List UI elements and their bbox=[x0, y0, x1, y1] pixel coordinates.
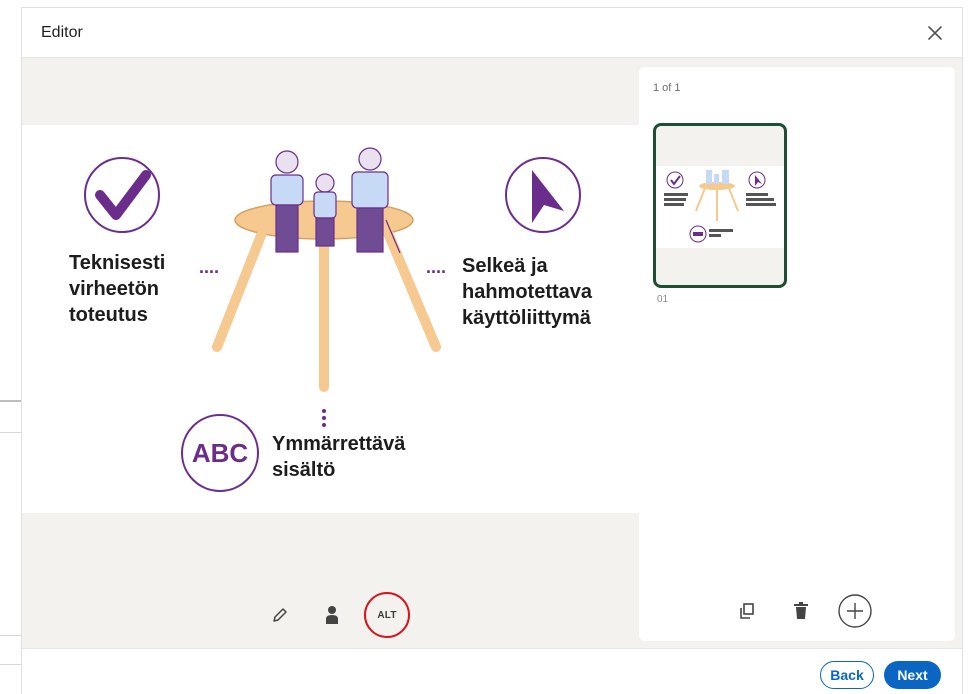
image-tools: ALT bbox=[260, 592, 410, 638]
person-icon bbox=[326, 606, 338, 624]
left-caption-line-2: virheetön bbox=[69, 278, 159, 300]
dots-right: .... bbox=[426, 257, 446, 277]
editor-body: .... .... Teknisesti virheetön toteutus … bbox=[22, 58, 962, 648]
pencil-icon bbox=[273, 608, 287, 622]
thumbnail-image bbox=[656, 166, 784, 248]
right-caption-line-3: käyttöliittymä bbox=[462, 307, 592, 329]
tag-people-button[interactable] bbox=[312, 595, 352, 635]
slide-thumbnail[interactable] bbox=[653, 123, 787, 288]
highlight-circle bbox=[364, 592, 410, 638]
background-page-left bbox=[0, 0, 22, 694]
bottom-caption-line-1: Ymmärrettävä bbox=[272, 433, 406, 455]
back-button[interactable]: Back bbox=[820, 661, 874, 689]
next-button[interactable]: Next bbox=[884, 661, 941, 689]
image-preview: .... .... Teknisesti virheetön toteutus … bbox=[22, 125, 639, 513]
accessibility-illustration: .... .... Teknisesti virheetön toteutus … bbox=[69, 147, 593, 492]
slide-actions bbox=[727, 591, 889, 631]
slides-panel: 1 of 1 01 bbox=[639, 67, 955, 641]
background-page-right bbox=[962, 0, 971, 694]
trash-icon bbox=[794, 602, 808, 619]
background-divider bbox=[0, 432, 22, 433]
background-divider bbox=[0, 664, 22, 665]
thumbnail-number: 01 bbox=[657, 294, 669, 305]
duplicate-icon bbox=[740, 603, 754, 619]
left-caption-line-1: Teknisesti bbox=[69, 252, 165, 274]
add-slide-button[interactable] bbox=[835, 591, 875, 631]
plus-circle-icon bbox=[838, 594, 872, 628]
dialog-footer: Back Next bbox=[22, 648, 962, 694]
background-divider bbox=[0, 400, 22, 402]
left-caption-line-3: toteutus bbox=[69, 304, 148, 326]
dialog-header: Editor bbox=[22, 8, 962, 58]
delete-button[interactable] bbox=[781, 591, 821, 631]
slide-count: 1 of 1 bbox=[653, 82, 681, 94]
right-caption-line-2: hahmotettava bbox=[462, 281, 593, 303]
dialog-title: Editor bbox=[41, 24, 83, 41]
edit-button[interactable] bbox=[260, 595, 300, 635]
duplicate-button[interactable] bbox=[727, 591, 767, 631]
image-canvas: .... .... Teknisesti virheetön toteutus … bbox=[22, 58, 639, 648]
close-button[interactable] bbox=[924, 22, 946, 44]
right-caption-line-1: Selkeä ja bbox=[462, 255, 549, 277]
background-divider bbox=[0, 635, 22, 636]
editor-dialog: Editor .... .... Teknisesti virheetön to… bbox=[22, 8, 962, 694]
alt-text-button[interactable]: ALT bbox=[364, 592, 410, 638]
dots-left: .... bbox=[199, 257, 219, 277]
abc-text: ABC bbox=[192, 438, 249, 468]
close-icon bbox=[928, 26, 942, 40]
bottom-caption-line-2: sisältö bbox=[272, 459, 335, 481]
